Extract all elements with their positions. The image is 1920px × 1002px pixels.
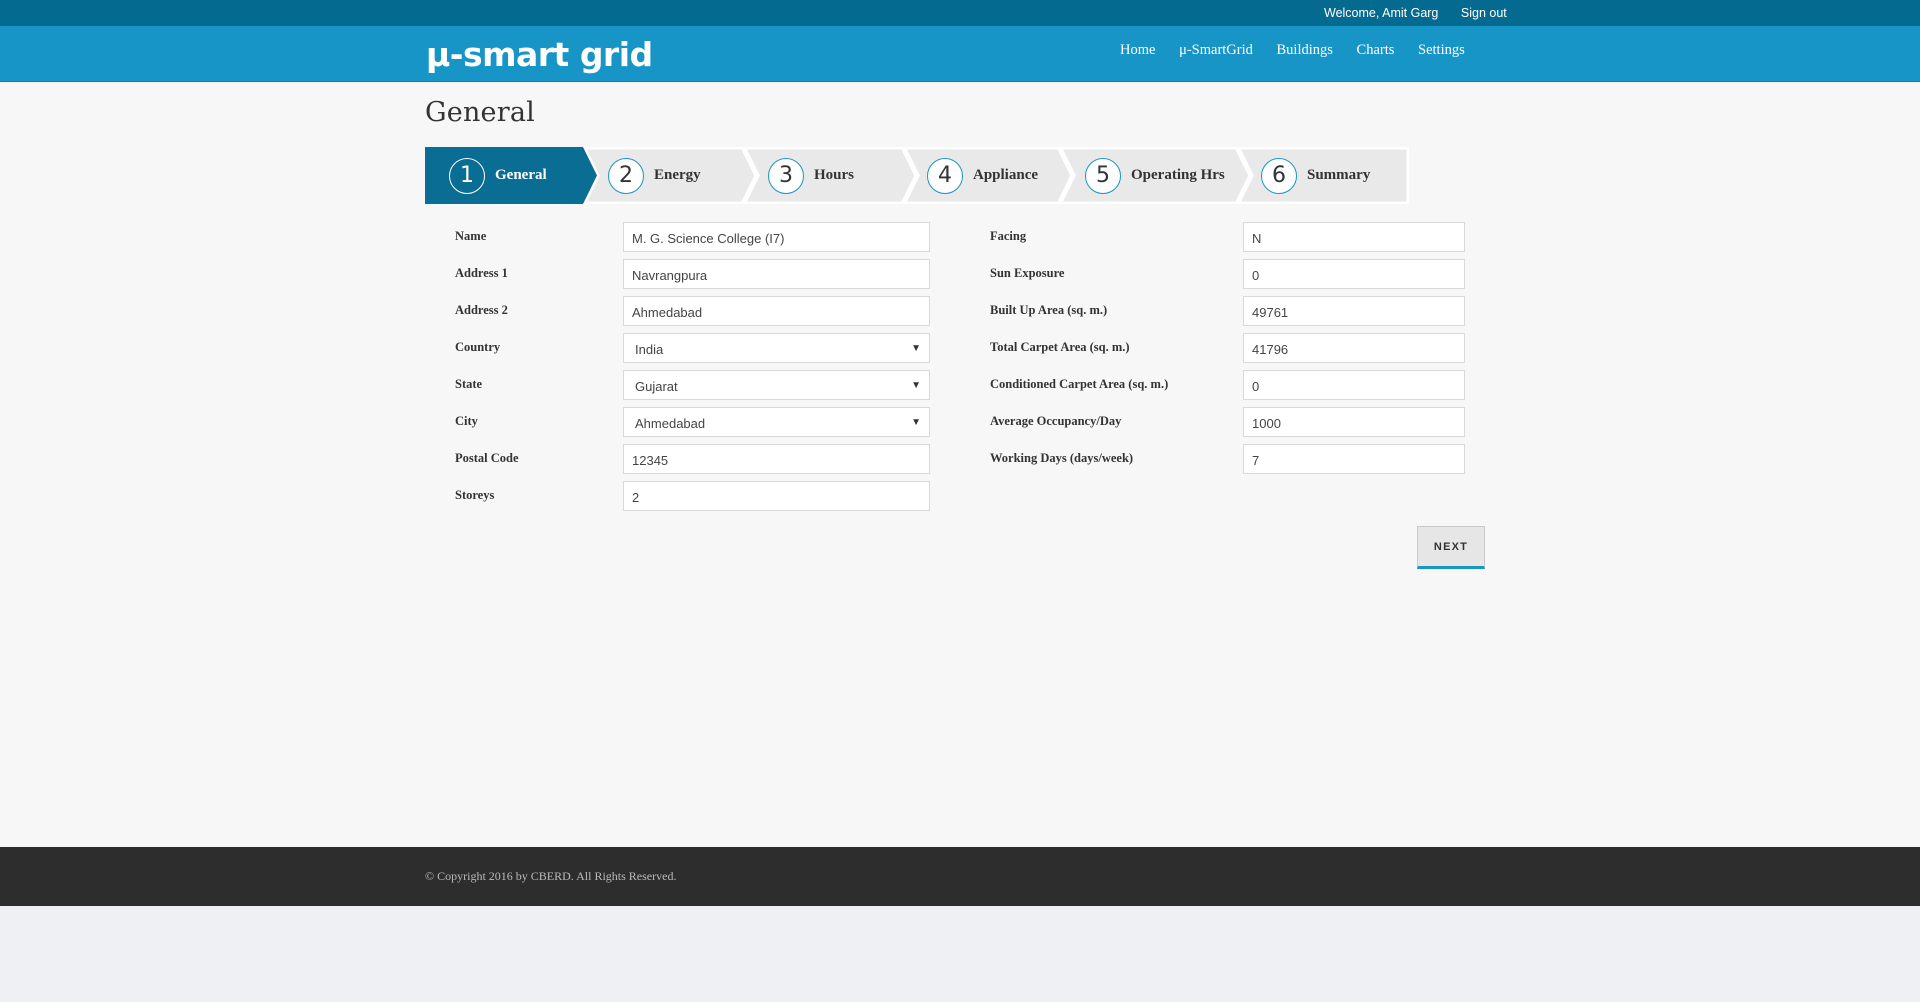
wizard-step-appliance[interactable]: 4 Appliance xyxy=(927,147,1038,204)
postal-code-label: Postal Code xyxy=(455,451,519,465)
postal-code-input[interactable]: 12345 xyxy=(623,444,930,474)
wizard-step-operating-hrs[interactable]: 5 Operating Hrs xyxy=(1085,147,1225,204)
total-carpet-area-input[interactable]: 41796 xyxy=(1243,333,1465,363)
facing-input[interactable]: N xyxy=(1243,222,1465,252)
wizard-step-hours[interactable]: 3 Hours xyxy=(768,147,854,204)
total-carpet-area-label: Total Carpet Area (sq. m.) xyxy=(990,340,1130,354)
state-select[interactable]: Gujarat ▼ xyxy=(623,370,930,400)
nav-home[interactable]: Home xyxy=(1120,42,1155,59)
step-number: 2 xyxy=(608,157,644,194)
step-label: General xyxy=(495,167,547,183)
address2-input[interactable]: Ahmedabad xyxy=(623,296,930,326)
wizard-steps: 1 General 2 Energy 3 Hours 4 Appliance 5… xyxy=(425,147,1409,204)
wizard-step-general[interactable]: 1 General xyxy=(449,147,547,204)
user-links: Welcome, Amit Garg Sign out xyxy=(1324,6,1507,20)
nav-smartgrid[interactable]: μ-SmartGrid xyxy=(1179,42,1253,59)
top-bar: Welcome, Amit Garg Sign out xyxy=(0,0,1920,26)
built-up-area-label: Built Up Area (sq. m.) xyxy=(990,303,1108,317)
step-label: Appliance xyxy=(973,167,1039,183)
facing-label: Facing xyxy=(990,229,1027,243)
nav-charts[interactable]: Charts xyxy=(1357,42,1395,59)
nav-buildings[interactable]: Buildings xyxy=(1277,42,1333,59)
address1-label: Address 1 xyxy=(455,266,508,280)
city-select[interactable]: Ahmedabad ▼ xyxy=(623,407,930,437)
page-title: General xyxy=(425,97,535,128)
step-label: Operating Hrs xyxy=(1131,167,1225,183)
state-selected: Gujarat xyxy=(635,379,678,394)
city-label: City xyxy=(455,414,478,428)
copyright-text: © Copyright 2016 by CBERD. All Rights Re… xyxy=(425,869,677,883)
step-number: 5 xyxy=(1085,157,1121,194)
conditioned-carpet-area-label: Conditioned Carpet Area (sq. m.) xyxy=(990,377,1169,391)
page-footer: © Copyright 2016 by CBERD. All Rights Re… xyxy=(0,847,1920,906)
nav-settings[interactable]: Settings xyxy=(1418,42,1465,59)
caret-down-icon: ▼ xyxy=(911,380,921,391)
step-label: Energy xyxy=(654,167,701,183)
sun-exposure-label: Sun Exposure xyxy=(990,266,1065,280)
signout-link[interactable]: Sign out xyxy=(1461,6,1507,20)
average-occupancy-label: Average Occupancy/Day xyxy=(990,414,1122,428)
brand-logo[interactable]: μ-smart grid xyxy=(426,35,653,74)
conditioned-carpet-area-input[interactable]: 0 xyxy=(1243,370,1465,400)
state-label: State xyxy=(455,377,483,391)
wizard-step-summary[interactable]: 6 Summary xyxy=(1261,147,1370,204)
storeys-input[interactable]: 2 xyxy=(623,481,930,511)
working-days-label: Working Days (days/week) xyxy=(990,451,1134,465)
caret-down-icon: ▼ xyxy=(911,417,921,428)
step-number: 4 xyxy=(927,157,963,194)
welcome-text: Welcome, Amit Garg xyxy=(1324,6,1439,20)
main-content: General 1 General 2 Energy 3 Hours 4 App… xyxy=(0,83,1920,847)
average-occupancy-input[interactable]: 1000 xyxy=(1243,407,1465,437)
name-label: Name xyxy=(455,229,487,243)
city-selected: Ahmedabad xyxy=(635,416,706,431)
step-number: 6 xyxy=(1261,157,1297,194)
step-label: Summary xyxy=(1307,167,1371,183)
main-nav: Home μ-SmartGrid Buildings Charts Settin… xyxy=(1120,42,1485,59)
caret-down-icon: ▼ xyxy=(911,343,921,354)
step-number: 3 xyxy=(768,157,804,194)
address1-input[interactable]: Navrangpura xyxy=(623,259,930,289)
country-select[interactable]: India ▼ xyxy=(623,333,930,363)
main-navbar: μ-smart grid Home μ-SmartGrid Buildings … xyxy=(0,26,1920,82)
working-days-input[interactable]: 7 xyxy=(1243,444,1465,474)
wizard-step-energy[interactable]: 2 Energy xyxy=(608,147,701,204)
storeys-label: Storeys xyxy=(455,488,495,502)
country-label: Country xyxy=(455,340,501,354)
name-input[interactable]: M. G. Science College (I7) xyxy=(623,222,930,252)
step-number: 1 xyxy=(449,157,485,194)
sun-exposure-input[interactable]: 0 xyxy=(1243,259,1465,289)
built-up-area-input[interactable]: 49761 xyxy=(1243,296,1465,326)
step-label: Hours xyxy=(814,167,855,183)
next-button[interactable]: NEXT xyxy=(1417,526,1485,569)
address2-label: Address 2 xyxy=(455,303,508,317)
country-selected: India xyxy=(635,342,664,357)
